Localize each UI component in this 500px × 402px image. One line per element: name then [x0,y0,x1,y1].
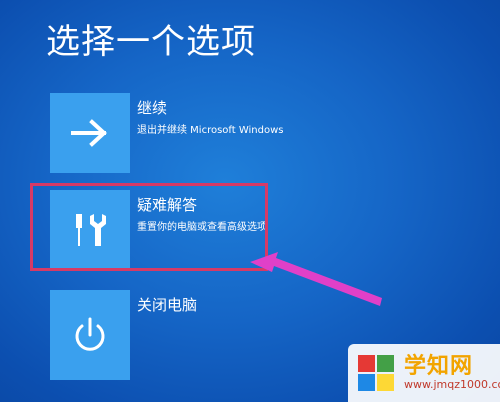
continue-label: 继续 [137,99,168,117]
watermark-title: 学知网 [404,354,474,379]
continue-subtitle: 退出并继续 Microsoft Windows [137,125,284,136]
page-title: 选择一个选项 [46,22,256,62]
arrow-right-icon [71,119,107,147]
watermark: 学知网 www.jmqz1000.com [348,344,500,402]
shutdown-label: 关闭电脑 [137,296,198,314]
power-icon [75,317,105,351]
continue-option[interactable]: 继续 退出并继续 Microsoft Windows [50,93,430,173]
troubleshoot-option[interactable]: 疑难解答 重置你的电脑或查看高级选项 [50,190,430,270]
wrench-screwdriver-icon [76,214,106,246]
shutdown-tile[interactable] [50,290,130,380]
troubleshoot-label: 疑难解答 [137,196,198,214]
troubleshoot-tile[interactable] [50,190,130,270]
watermark-url: www.jmqz1000.com [404,378,500,391]
continue-tile[interactable] [50,93,130,173]
troubleshoot-subtitle: 重置你的电脑或查看高级选项 [137,222,267,233]
site-logo [358,355,394,391]
